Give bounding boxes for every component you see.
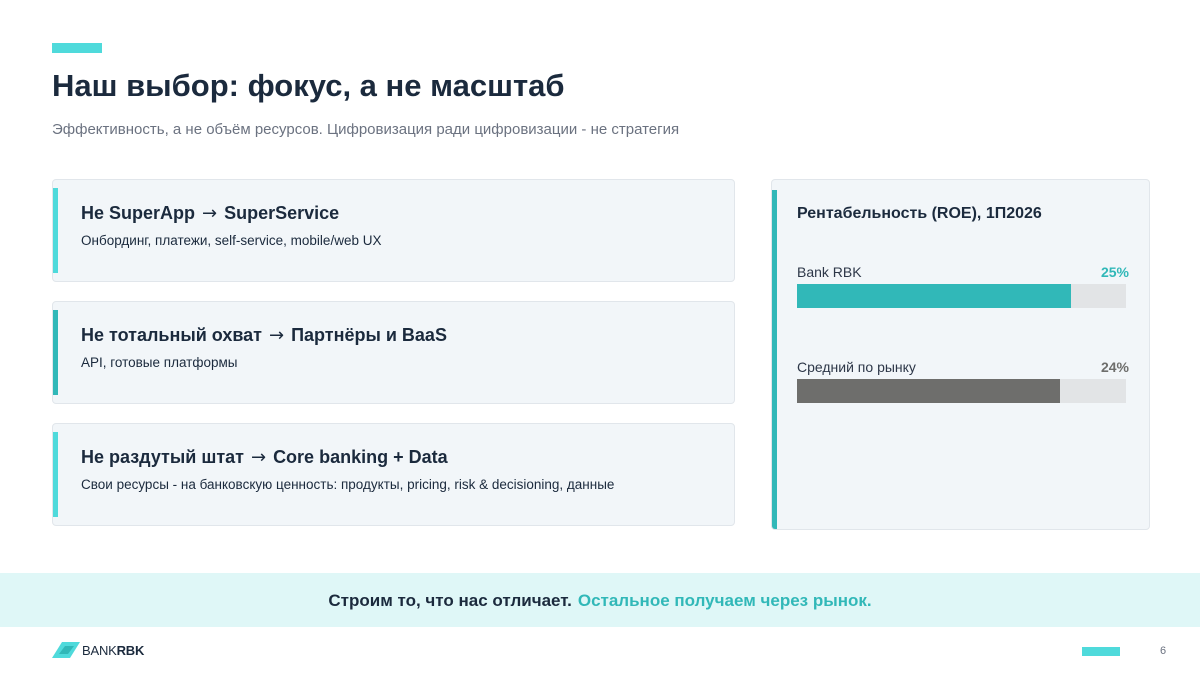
- key-message-accent: Остальное получаем через рынок.: [577, 591, 872, 610]
- card-stripe: [53, 188, 58, 273]
- slide-title: Наш выбор: фокус, а не масштаб: [52, 68, 565, 103]
- roe-bar-fill: [797, 284, 1072, 308]
- top-accent-bar: [52, 43, 102, 53]
- roe-title: Рентабельность (ROE), 1П2026: [797, 205, 1042, 222]
- strategy-card-core-banking: Не раздутый штат → Core banking + Data Сво…: [52, 423, 735, 526]
- card-stripe: [53, 432, 58, 517]
- logo-slash-icon: [52, 642, 80, 658]
- page-number: 6: [1160, 645, 1167, 657]
- slide-subtitle: Эффективность, а не объём ресурсов. Цифр…: [52, 121, 680, 138]
- card-from: Не раздутый штат: [81, 447, 244, 467]
- arrow-right-icon: →: [202, 203, 218, 224]
- logo-text-bank: BANK: [82, 642, 117, 658]
- logo-text-rbk: RBK: [116, 642, 145, 658]
- logo-text: BANKRBK: [82, 643, 144, 658]
- roe-row-value: 24%: [1100, 359, 1129, 375]
- card-description: API, готовые платформы: [81, 355, 238, 370]
- roe-row-label: Bank RBK: [797, 264, 862, 280]
- roe-bar-track: [797, 284, 1126, 308]
- bottom-accent-bar: [1082, 647, 1120, 656]
- card-description: Онбординг, платежи, self-service, mobile…: [81, 233, 382, 248]
- roe-row-label: Средний по рынку: [797, 359, 916, 375]
- card-to: Core banking + Data: [273, 447, 448, 467]
- strategy-card-partners-baas: Не тотальный охват → Партнёры и BaaS API, …: [52, 301, 735, 404]
- roe-bar-track: [797, 379, 1126, 403]
- roe-bar-fill: [797, 379, 1061, 403]
- arrow-right-icon: →: [268, 325, 285, 346]
- card-from: Не тотальный охват: [81, 325, 262, 345]
- arrow-right-icon: →: [250, 447, 267, 468]
- card-to: Партнёры и BaaS: [291, 325, 447, 345]
- strategy-card-superservice: Не SuperApp → SuperService Онбординг, плат…: [52, 179, 735, 282]
- card-stripe: [53, 310, 58, 395]
- roe-row-value: 25%: [1100, 264, 1129, 280]
- bank-rbk-logo: BANKRBK: [52, 642, 144, 658]
- panel-stripe: [772, 190, 777, 529]
- card-description: Свои ресурсы - на банковскую ценность: п…: [81, 477, 615, 492]
- roe-panel: Рентабельность (ROE), 1П2026 Bank RBK 25…: [771, 179, 1150, 530]
- card-from: Не SuperApp: [81, 203, 196, 223]
- card-title: Не раздутый штат → Core banking + Data: [81, 447, 448, 468]
- card-to: SuperService: [224, 203, 340, 223]
- card-title: Не тотальный охват → Партнёры и BaaS: [81, 325, 447, 346]
- key-message: Строим то, что нас отличает. Остальное по…: [328, 591, 871, 611]
- card-title: Не SuperApp → SuperService: [81, 203, 339, 224]
- key-message-strong: Строим то, что нас отличает.: [328, 591, 572, 610]
- key-message-band: Строим то, что нас отличает. Остальное по…: [0, 573, 1200, 627]
